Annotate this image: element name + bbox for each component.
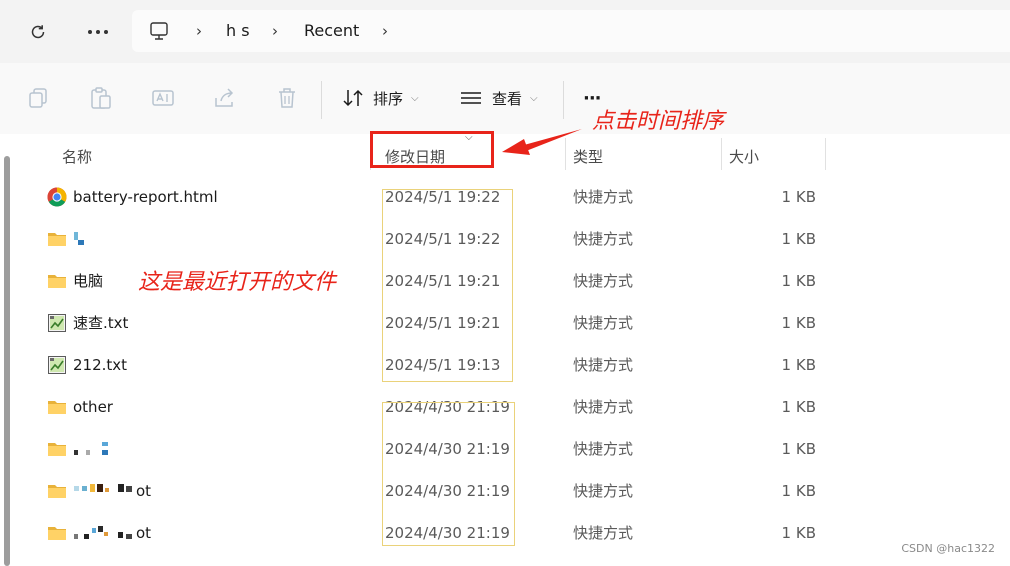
file-type: 快捷方式 [573,356,634,374]
folder-icon [48,485,66,498]
pixelated-name [104,532,108,536]
command-bar: 排序 ⌵ 查看 ⌵ ··· [0,63,1010,135]
file-size: 1 KB [781,230,816,248]
address-box[interactable]: › h s › Recent › [132,10,1010,52]
address-bar-row: › h s › Recent › [0,0,1010,63]
file-size: 1 KB [781,482,816,500]
pixelated-name [90,484,95,492]
copy-icon[interactable] [26,85,52,111]
pixelated-name [102,442,108,446]
delete-icon[interactable] [274,85,300,111]
refresh-icon [31,25,45,39]
view-button[interactable]: 查看 ⌵ [460,85,538,111]
file-name[interactable]: other [73,386,113,428]
file-type: 快捷方式 [573,314,634,332]
pixelated-name [74,534,78,539]
file-type: 快捷方式 [573,188,634,206]
highlight-box-older [382,402,515,546]
sort-label: 排序 [373,89,404,108]
watermark: CSDN @hac1322 [901,542,995,555]
pixelated-name [126,534,132,539]
pixelated-name [74,232,78,240]
share-icon[interactable] [212,85,238,111]
sort-icon [343,89,363,107]
file-name[interactable]: 212.txt [73,344,127,386]
file-size: 1 KB [781,524,816,542]
chevron-down-icon: ⌵ [530,92,538,104]
file-type: 快捷方式 [573,398,634,416]
pixelated-name [102,450,108,455]
chevron-right-icon[interactable]: › [382,10,388,52]
pixelated-name [92,528,96,533]
text-file-icon [48,314,66,332]
annotation-recent-files: 这是最近打开的文件 [138,270,337,295]
column-header-name[interactable]: 名称 [62,142,92,172]
chevron-down-icon: ⌵ [411,92,419,104]
paste-icon[interactable] [88,85,114,111]
annotation-box-date-header [370,131,494,168]
breadcrumb-recent[interactable]: Recent [304,10,359,52]
pixelated-name [74,450,78,455]
toolbar-divider [563,81,564,119]
more-nav-button[interactable] [80,16,116,48]
annotation-click-sort: 点击时间排序 [592,109,725,134]
chevron-right-icon[interactable]: › [272,10,278,52]
view-list-icon [461,92,481,104]
file-size: 1 KB [781,440,816,458]
file-size: 1 KB [781,272,816,290]
pixelated-name [78,240,84,245]
file-type: 快捷方式 [573,524,634,542]
breadcrumb-user[interactable]: h s [226,10,250,52]
refresh-button[interactable] [20,16,56,48]
folder-icon [48,401,66,414]
folder-icon [48,527,66,540]
pixelated-name [118,484,124,492]
file-type: 快捷方式 [573,230,634,248]
pixelated-name [118,532,123,538]
folder-icon [48,233,66,246]
sort-button[interactable]: 排序 ⌵ [342,85,419,111]
pixelated-name [84,534,89,539]
file-name[interactable]: battery-report.html [73,176,218,218]
toolbar-divider [321,81,322,119]
file-size: 1 KB [781,314,816,332]
column-header-size[interactable]: 大小 [729,142,759,172]
text-file-icon [48,356,66,374]
pixelated-name [82,486,87,491]
pixelated-name [98,526,103,532]
file-name[interactable]: ot [136,512,151,554]
highlight-box-recent [382,189,513,382]
pixelated-name [126,486,132,492]
file-name[interactable]: 电脑 [73,260,103,302]
annotation-arrow-icon [502,129,582,155]
file-type: 快捷方式 [573,440,634,458]
column-divider[interactable] [825,138,826,170]
file-name[interactable]: 速查.txt [73,302,128,344]
view-label: 查看 [492,89,523,108]
file-type: 快捷方式 [573,272,634,290]
file-size: 1 KB [781,188,816,206]
pixelated-name [74,486,79,491]
file-size: 1 KB [781,398,816,416]
pixelated-name [105,488,109,492]
file-size: 1 KB [781,356,816,374]
pixelated-name [86,450,90,455]
folder-icon [48,443,66,456]
chevron-right-icon[interactable]: › [196,10,202,52]
rename-icon[interactable] [150,85,176,111]
column-divider[interactable] [721,138,722,170]
pixelated-name [97,484,103,492]
chrome-icon [47,187,67,207]
file-name[interactable]: ot [136,470,151,512]
computer-icon [150,22,168,40]
more-dots-icon [88,30,108,34]
file-type: 快捷方式 [573,482,634,500]
folder-icon [48,275,66,288]
